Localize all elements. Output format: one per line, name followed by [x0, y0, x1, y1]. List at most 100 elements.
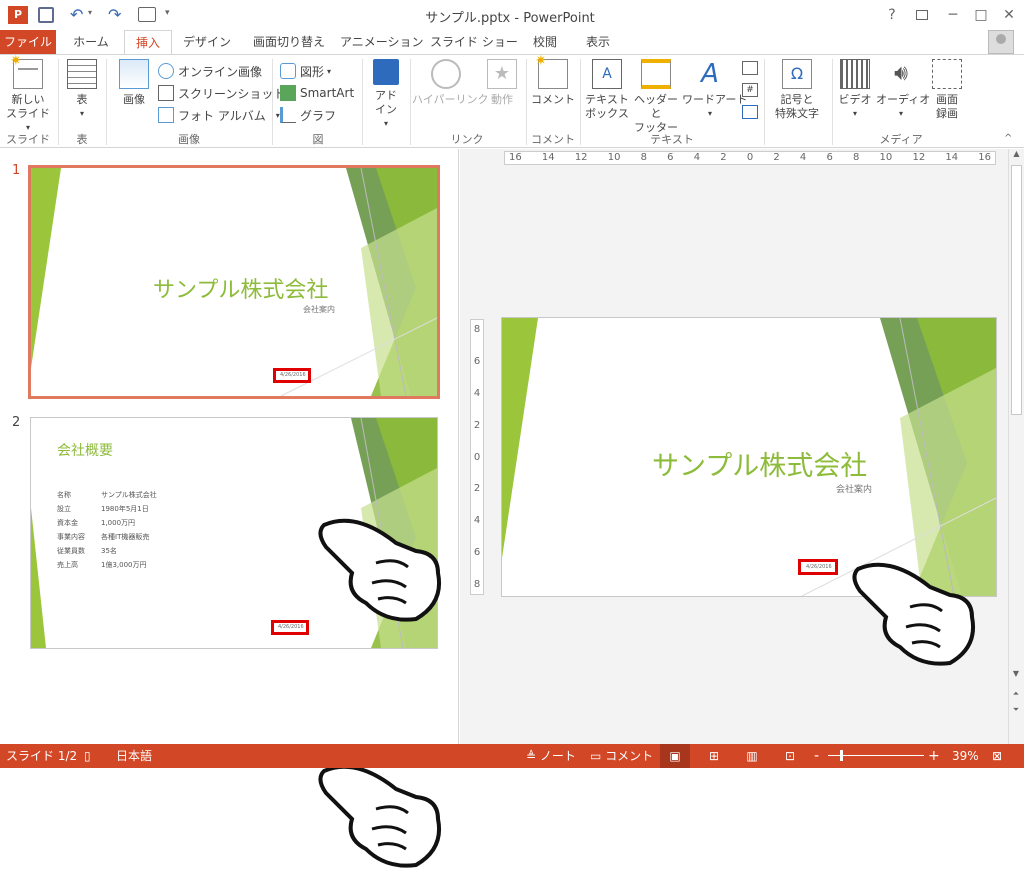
tab-file[interactable]: ファイル — [0, 30, 56, 54]
date-time-icon[interactable] — [742, 61, 758, 75]
textbox-button[interactable]: A テキスト ボックス — [584, 59, 630, 121]
ribbon-tab-bar: ファイル ホーム 挿入 デザイン 画面切り替え アニメーション スライド ショー… — [0, 30, 1024, 55]
vertical-scrollbar[interactable]: ▲ ▼ ⏶ ⏷ — [1008, 149, 1024, 744]
zoom-slider[interactable] — [828, 750, 924, 761]
ribbon-display-options-icon[interactable] — [910, 4, 934, 26]
ruler-tick: 6 — [667, 152, 674, 163]
table-button[interactable]: 表 ▾ — [64, 59, 100, 121]
table-icon — [67, 59, 97, 89]
slide-sorter-view-button[interactable]: ⊞ — [700, 744, 728, 768]
online-image-button[interactable]: オンライン画像 — [158, 61, 262, 81]
slide-number-icon[interactable]: # — [742, 83, 758, 97]
slideshow-from-start-icon[interactable] — [138, 7, 156, 22]
image-button[interactable]: 画像 — [114, 59, 154, 107]
zoom-in-button[interactable]: + — [928, 744, 940, 768]
smartart-button[interactable]: SmartArt — [280, 83, 354, 103]
language-indicator[interactable]: 日本語 — [116, 744, 152, 768]
wordart-button[interactable]: A ワードアート ▾ — [682, 59, 747, 121]
comment-icon: ✷ — [535, 54, 568, 89]
normal-view-button[interactable]: ▣ — [660, 744, 690, 768]
comment-button[interactable]: ✷ コメント — [530, 54, 576, 107]
tab-review[interactable]: 校閲 — [522, 30, 568, 54]
wordart-icon: A — [701, 59, 719, 89]
close-button[interactable]: ✕ — [996, 4, 1022, 26]
addin-dropdown-icon: ▾ — [383, 119, 388, 128]
tab-view[interactable]: 表示 — [576, 30, 620, 54]
photo-album-button[interactable]: フォト アルバム ▾ — [158, 105, 280, 125]
screen-record-button[interactable]: 画面 録画 — [928, 59, 966, 121]
divider — [580, 59, 581, 145]
ruler-tick: 16 — [978, 152, 991, 163]
collapse-ribbon-icon[interactable]: ^ — [1004, 133, 1012, 144]
zoom-out-button[interactable]: - — [814, 744, 819, 768]
row-key: 名称 — [57, 491, 71, 499]
addin-button[interactable]: アド イン ▾ — [368, 59, 404, 131]
ruler-tick: 6 — [473, 355, 481, 367]
shapes-button[interactable]: 図形 ▾ — [280, 61, 331, 81]
header-footer-button[interactable]: ヘッダーと フッター — [632, 59, 680, 135]
undo-dropdown-icon[interactable]: ▾ — [88, 8, 92, 17]
zoom-slider-thumb[interactable] — [840, 750, 843, 761]
zoom-level[interactable]: 39% — [952, 744, 979, 768]
scroll-thumb[interactable] — [1011, 165, 1022, 415]
graph-button[interactable]: グラフ — [280, 105, 336, 125]
date-highlight-box: 4/26/2016 — [798, 559, 838, 575]
ruler-tick: 14 — [945, 152, 959, 163]
pointing-hand-icon — [852, 562, 975, 666]
ruler-tick: 12 — [574, 152, 588, 163]
scroll-down-icon[interactable]: ▼ — [1009, 669, 1023, 678]
table-row: 設立 1980年5月1日 — [57, 504, 157, 518]
ribbon-insert: ✷ 新しい スライド ▾ スライド 表 ▾ 表 画像 オンライン画像 スクリーン… — [0, 54, 1024, 148]
powerpoint-logo-icon[interactable]: P — [8, 6, 28, 24]
tab-transitions[interactable]: 画面切り替え — [246, 30, 332, 54]
maximize-button[interactable]: □ — [968, 4, 994, 26]
thumb1-subtitle: 会社案内 — [303, 305, 335, 314]
tab-design[interactable]: デザイン — [178, 30, 236, 54]
save-icon[interactable] — [38, 7, 54, 23]
tab-slideshow[interactable]: スライド ショー — [430, 30, 518, 54]
shapes-label: 図形 — [300, 64, 325, 79]
redo-icon[interactable]: ↷ — [108, 5, 121, 24]
minimize-button[interactable]: ─ — [940, 4, 966, 26]
status-bar: スライド 1/2 ▯ 日本語 ≜ ノート ▭ コメント ▣ ⊞ ▥ ⊡ - + … — [0, 744, 1024, 768]
tab-animations[interactable]: アニメーション — [340, 30, 424, 54]
slide-subtitle[interactable]: 会社案内 — [836, 482, 872, 495]
audio-button[interactable]: 🔊︎ オーディオ ▾ — [876, 59, 930, 121]
action-button[interactable]: ★ 動作 — [484, 59, 520, 107]
video-button[interactable]: ビデオ ▾ — [836, 59, 874, 121]
tab-home[interactable]: ホーム — [62, 30, 120, 54]
new-slide-button[interactable]: ✷ 新しい スライド ▾ — [4, 54, 52, 135]
notes-button[interactable]: ≜ ノート — [526, 744, 576, 768]
tab-insert[interactable]: 挿入 — [124, 30, 172, 55]
symbol-button[interactable]: Ω 記号と 特殊文字 — [766, 59, 828, 121]
slide-title[interactable]: サンプル株式会社 — [652, 444, 867, 483]
main-slide[interactable]: サンプル株式会社 会社案内 4/26/2016 — [501, 317, 997, 597]
next-slide-icon[interactable]: ⏷ — [1009, 705, 1023, 715]
help-button[interactable]: ? — [880, 4, 904, 26]
fit-to-window-icon[interactable]: ⊠ — [992, 744, 1002, 768]
hyperlink-button[interactable]: ハイパーリンク — [412, 59, 489, 107]
thumbnail-slide-1[interactable]: サンプル株式会社 会社案内 4/26/2016 — [28, 165, 440, 399]
customize-qat-icon[interactable]: ▾ — [165, 8, 170, 18]
action-label: 動作 — [491, 93, 513, 106]
row-value: 1億3,000万円 — [101, 561, 147, 569]
scroll-up-icon[interactable]: ▲ — [1009, 149, 1024, 163]
smartart-label: SmartArt — [300, 86, 355, 100]
ruler-tick: 8 — [473, 579, 481, 590]
undo-icon[interactable]: ↶ — [70, 5, 83, 24]
ruler-tick: 2 — [473, 483, 481, 495]
comments-button[interactable]: ▭ コメント — [590, 744, 653, 768]
screen-record-label: 画面 録画 — [936, 93, 958, 120]
previous-slide-icon[interactable]: ⏶ — [1009, 689, 1023, 699]
slideshow-view-button[interactable]: ⊡ — [776, 744, 804, 768]
object-icon[interactable] — [742, 105, 758, 119]
reading-view-button[interactable]: ▥ — [738, 744, 766, 768]
ruler-tick: 2 — [773, 152, 780, 163]
row-value: 1,000万円 — [101, 519, 136, 527]
slide-date[interactable]: 4/26/2016 — [806, 564, 832, 570]
table-dropdown-icon: ▾ — [79, 109, 84, 118]
window-title: サンプル.pptx - PowerPoint — [425, 11, 595, 26]
divider — [362, 59, 363, 145]
proofing-icon[interactable]: ▯ — [84, 744, 91, 768]
account-avatar[interactable] — [988, 30, 1014, 54]
